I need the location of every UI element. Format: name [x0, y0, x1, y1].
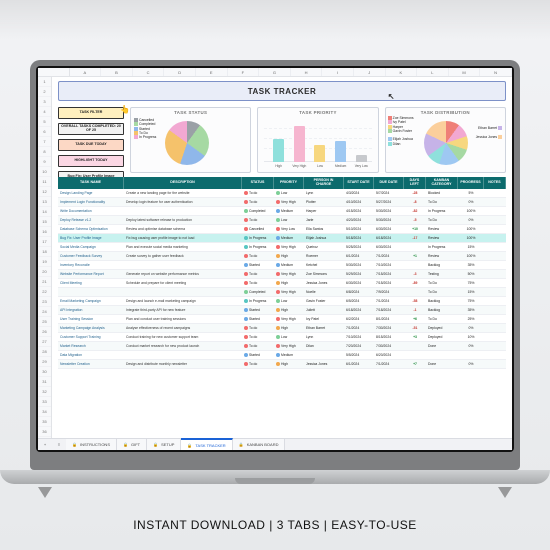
add-sheet-button[interactable]: + — [38, 439, 52, 450]
row-number-gutter: 1234567891011121314151617181920212223242… — [38, 77, 52, 438]
promo-footer: INSTANT DOWNLOAD | 3 TABS | EASY-TO-USE — [0, 518, 550, 532]
table-row[interactable]: Design Landing PageCreate a new landing … — [58, 189, 506, 198]
chart-task-priority: TASK PRIORITY HighVery HighLowMediumVery… — [257, 107, 378, 173]
hand-pointer-icon: 👆 — [120, 105, 130, 114]
sheet-tab[interactable]: GIFT — [117, 439, 147, 450]
table-row[interactable]: Customer Support TrainingConduct trainin… — [58, 333, 506, 342]
page-title: TASK TRACKER — [248, 87, 317, 96]
col-kanban[interactable]: KANBAN CATEGORY — [426, 177, 458, 189]
sheet-tab[interactable]: TASK TRACKER — [181, 438, 232, 450]
chart-legend: CancelledCompletedStartedTo DoIn Progres… — [134, 118, 156, 139]
chart-legend: Zoe SimmonsIvy PatelHarperGavin FosterEl… — [388, 116, 414, 146]
side-button[interactable]: OVERALL TASKS COMPLETED: 20 OF 25 — [58, 123, 124, 135]
table-body: Design Landing PageCreate a new landing … — [58, 189, 506, 438]
col-status[interactable]: STATUS — [242, 177, 274, 189]
col-progress[interactable]: PROGRESS — [458, 177, 484, 189]
spreadsheet-screen: ABCDEFGHIJKLMN 1234567891011121314151617… — [38, 68, 512, 450]
table-row[interactable]: Website Performance ReportGenerate repor… — [58, 270, 506, 279]
sheet-tabs: + ≡ INSTRUCTIONSGIFTSETUPTASK TRACKERKAN… — [38, 438, 512, 450]
table-row[interactable]: Customer Feedback SurveyCreate survey to… — [58, 252, 506, 261]
sheet-tab[interactable]: KANBAN BOARD — [233, 439, 286, 450]
table-row[interactable]: User Training SessionPlan and conduct us… — [58, 315, 506, 324]
table-row[interactable]: Inventory ReconcileStartedMediumKetchel5… — [58, 261, 506, 270]
chart-title: TASK DISTRIBUTION — [389, 110, 502, 115]
col-person[interactable]: PERSON IN CHARGE — [304, 177, 344, 189]
column-header-row: ABCDEFGHIJKLMN — [38, 68, 512, 77]
col-notes[interactable]: NOTES — [484, 177, 506, 189]
chart-legend: Ethan Barret Jessica Jones — [476, 126, 503, 139]
side-button[interactable]: HIGHLIGHT TODAY — [58, 155, 124, 167]
laptop-frame: ABCDEFGHIJKLMN 1234567891011121314151617… — [30, 60, 520, 470]
side-button-group: TASK FILTER OVERALL TASKS COMPLETED: 20 O… — [58, 107, 124, 183]
table-row[interactable]: Social Media CampaignPlan and execute so… — [58, 243, 506, 252]
side-button[interactable]: TASK FILTER — [58, 107, 124, 119]
title-band: TASK TRACKER ↖ — [58, 81, 506, 101]
table-row[interactable]: Deploy Release v1.2Deploy latest softwar… — [58, 216, 506, 225]
chart-task-distribution: TASK DISTRIBUTION Zoe SimmonsIvy PatelHa… — [385, 107, 506, 173]
table-row[interactable]: API IntegrationIntegrate third-party API… — [58, 306, 506, 315]
table-row[interactable]: Data MigrationStartedMedium5/5/20246/20/… — [58, 351, 506, 360]
col-description[interactable]: DESCRIPTION — [124, 177, 242, 189]
table-header: TASK NAME DESCRIPTION STATUS PRIORITY PE… — [58, 177, 506, 189]
table-row[interactable]: Client MeetingSchedule and prepare for c… — [58, 279, 506, 288]
table-row[interactable]: Implement Login FunctionalityDevelop log… — [58, 198, 506, 207]
pie-icon — [424, 121, 468, 165]
table-row[interactable]: Email Marketing CampaignDesign and launc… — [58, 297, 506, 306]
side-button[interactable]: TASK DUE TODAY — [58, 139, 124, 151]
table-row[interactable]: Bug Fix: User Profile ImageFix bug causi… — [58, 234, 506, 243]
table-row[interactable]: Marketing Campaign AnalysisAnalyse effec… — [58, 324, 506, 333]
all-sheets-button[interactable]: ≡ — [52, 439, 66, 450]
table-row[interactable]: Newsletter CreationDesign and distribute… — [58, 360, 506, 369]
col-task-name[interactable]: TASK NAME — [58, 177, 124, 189]
pie-icon — [165, 121, 209, 165]
col-days-left[interactable]: DAYS LEFT — [404, 177, 426, 189]
sheet-tab[interactable]: INSTRUCTIONS — [66, 439, 117, 450]
col-due-date[interactable]: DUE DATE — [374, 177, 404, 189]
table-row[interactable]: Database Schema OptimisationReview and o… — [58, 225, 506, 234]
chart-title: TASK STATUS — [134, 110, 247, 115]
cursor-icon: ↖ — [388, 92, 395, 101]
arrow-icon — [38, 487, 52, 498]
arrow-icon — [498, 487, 512, 498]
table-row[interactable]: Write DocumentationCompletedMediumHarper… — [58, 207, 506, 216]
sheet-tab[interactable]: SETUP — [147, 439, 181, 450]
chart-title: TASK PRIORITY — [261, 110, 374, 115]
col-start-date[interactable]: START DATE — [344, 177, 374, 189]
col-priority[interactable]: PRIORITY — [274, 177, 304, 189]
chart-task-status: TASK STATUS CancelledCompletedStartedTo … — [130, 107, 251, 173]
bar-group: HighVery HighLowMediumVery Low — [268, 124, 371, 162]
table-row[interactable]: CompletedVery HighNoelle6/8/20247/9/2024… — [58, 288, 506, 297]
table-row[interactable]: Market ResearchConduct market research f… — [58, 342, 506, 351]
